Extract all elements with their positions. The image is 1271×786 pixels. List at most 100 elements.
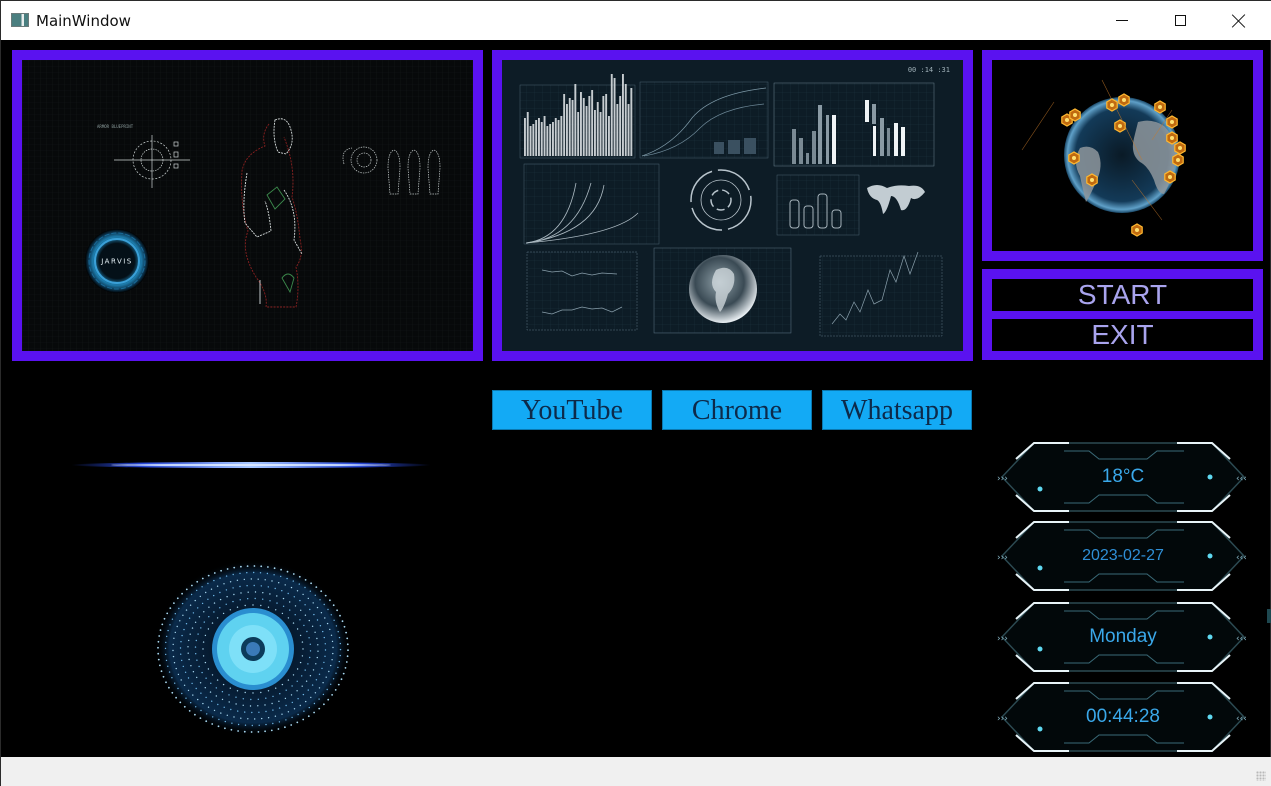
particle [192, 612, 195, 614]
particle [196, 580, 199, 583]
exit-button[interactable]: EXIT [992, 319, 1253, 351]
particle [319, 625, 322, 627]
particle [215, 695, 217, 697]
resize-grip-icon[interactable] [1256, 771, 1266, 781]
particle [280, 568, 282, 571]
control-box: START EXIT [982, 269, 1263, 360]
decor-bar [582, 98, 585, 156]
particle [274, 715, 277, 717]
particle [253, 584, 255, 587]
particle [205, 696, 207, 699]
particle [191, 627, 194, 629]
start-button[interactable]: START [992, 279, 1253, 311]
candle-chart-tile [773, 82, 935, 167]
youtube-button[interactable]: YouTube [492, 390, 652, 430]
particle [169, 624, 171, 626]
scroll-handle[interactable] [1267, 609, 1271, 623]
particle [320, 590, 323, 593]
particle [344, 667, 347, 669]
chrome-button[interactable]: Chrome [662, 390, 812, 430]
decor-bar [624, 84, 627, 156]
particle [201, 602, 204, 605]
particle [291, 716, 293, 719]
particle [208, 616, 210, 618]
particle [210, 682, 212, 684]
time-display: ››› ‹‹‹ 00:44:28 [994, 677, 1252, 757]
decor-bar [535, 120, 538, 156]
hex-core [1118, 124, 1122, 128]
particle [306, 630, 308, 633]
particle [282, 597, 285, 600]
particle [309, 590, 311, 592]
close-button[interactable] [1210, 1, 1268, 40]
particle [347, 649, 349, 652]
particle [220, 712, 222, 714]
particle [252, 604, 254, 606]
particle [190, 702, 192, 704]
particle [307, 689, 309, 691]
particle [247, 591, 249, 593]
particle [157, 658, 160, 661]
hex-core [1158, 105, 1162, 109]
particle [267, 717, 270, 719]
particle [204, 661, 207, 664]
particle [257, 698, 259, 700]
particle [296, 668, 299, 670]
particle [291, 701, 293, 704]
particle [173, 637, 175, 639]
decor-bar [616, 104, 619, 156]
particle [236, 606, 239, 608]
particle [335, 672, 337, 674]
whatsapp-button[interactable]: Whatsapp [822, 390, 972, 430]
app-icon [11, 13, 29, 27]
particle [165, 653, 167, 656]
particle [250, 578, 252, 580]
particle [299, 599, 301, 602]
decor-bar [549, 124, 552, 156]
decor-bar [532, 124, 535, 156]
particle [339, 614, 341, 617]
date-display: ››› ‹‹‹ 2023-02-27 [994, 516, 1252, 596]
decor-bar [577, 112, 580, 156]
particle [301, 685, 303, 687]
particle [207, 628, 210, 630]
particle [229, 687, 231, 689]
maximize-button[interactable] [1151, 1, 1209, 40]
particle [257, 705, 259, 707]
particle [211, 674, 214, 676]
particle [169, 607, 172, 609]
particle [292, 580, 294, 582]
particle [253, 565, 256, 567]
particle [165, 659, 168, 662]
particle [225, 575, 228, 577]
particle [282, 605, 285, 607]
hex-core [1110, 103, 1114, 107]
particle [271, 580, 273, 582]
particle [302, 648, 304, 650]
particle [251, 724, 253, 727]
particle [287, 592, 289, 595]
particle [278, 721, 281, 723]
decor-bar [557, 120, 560, 156]
particle [314, 594, 316, 596]
particle [185, 697, 187, 699]
particle [246, 565, 249, 567]
particle [198, 665, 200, 668]
particle [231, 722, 233, 724]
particle [244, 711, 246, 713]
particle [266, 572, 269, 575]
decor-bar [540, 122, 543, 156]
particle [289, 601, 291, 603]
minimize-button[interactable] [1093, 1, 1151, 40]
particle [243, 578, 245, 581]
assistant-orb-animation [155, 560, 351, 736]
particle [321, 667, 323, 670]
particle [309, 675, 312, 677]
particle [205, 591, 207, 594]
particle [300, 609, 302, 611]
particle [309, 656, 311, 659]
particle [250, 731, 253, 733]
particle [339, 648, 342, 651]
particle [162, 675, 165, 678]
particle [242, 698, 244, 700]
